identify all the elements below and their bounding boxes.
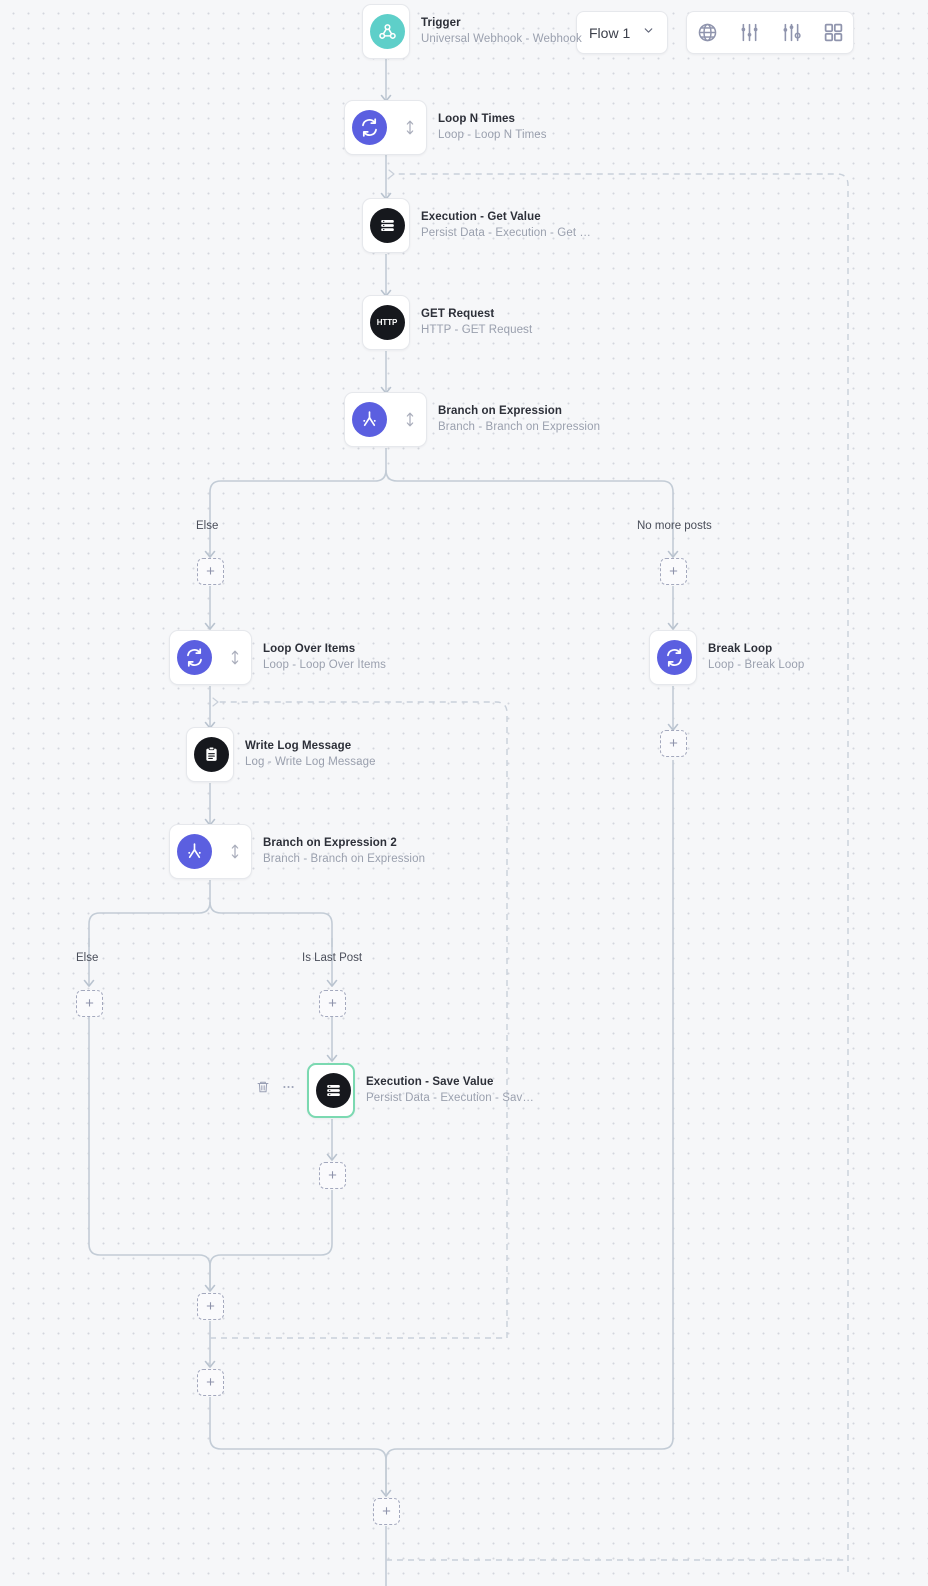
node-subtitle: Loop - Loop N Times (438, 129, 547, 141)
node-text: Execution - Get Value Persist Data - Exe… (421, 210, 591, 241)
node-subtitle: Universal Webhook - Webhook (421, 33, 582, 45)
node-card[interactable] (307, 1063, 355, 1118)
node-card[interactable] (362, 4, 410, 59)
node-icon-slot (345, 100, 393, 155)
canvas-toolbar (686, 11, 854, 54)
webhook-icon (369, 14, 405, 49)
node-subtitle: Branch - Branch on Expression (263, 853, 426, 865)
workflow-canvas[interactable]: Flow 1 Trigger Universal Webhook - Webho… (0, 0, 928, 1586)
node-loop-over-items[interactable]: Loop Over Items Loop - Loop Over Items (169, 630, 386, 685)
grid-icon[interactable] (822, 22, 844, 44)
loop-icon (351, 110, 387, 145)
node-hover-toolbar (256, 1080, 296, 1094)
node-card[interactable]: HTTP (362, 295, 410, 350)
node-subtitle: Persist Data - Execution - Sav… (366, 1092, 534, 1104)
database-icon (369, 208, 405, 243)
node-icon-slot: HTTP (363, 295, 411, 350)
chevron-down-icon (642, 24, 655, 42)
branch-icon (176, 834, 212, 869)
flow-selector-label: Flow 1 (589, 24, 631, 41)
node-icon-slot (363, 198, 411, 253)
node-resize-handle[interactable] (393, 100, 427, 155)
branch-label-else-2: Else (76, 952, 99, 964)
add-step-button-final[interactable]: + (373, 1498, 400, 1525)
node-resize-handle[interactable] (393, 392, 427, 447)
node-branch-on-expression[interactable]: Branch on Expression Branch - Branch on … (344, 392, 600, 447)
node-text: Branch on Expression Branch - Branch on … (438, 404, 600, 435)
add-step-button-no-more[interactable]: + (660, 558, 687, 585)
branch-icon (351, 402, 387, 437)
node-text: Write Log Message Log - Write Log Messag… (245, 739, 376, 770)
database-icon (315, 1073, 351, 1108)
node-title: GET Request (421, 308, 495, 320)
node-title: Loop Over Items (263, 643, 356, 655)
add-step-button-is-last-post[interactable]: + (319, 990, 346, 1017)
node-card[interactable] (649, 630, 697, 685)
add-step-button-loop-end[interactable]: + (197, 1369, 224, 1396)
add-step-button-else-2[interactable]: + (76, 990, 103, 1017)
node-text: Branch on Expression 2 Branch - Branch o… (263, 836, 425, 867)
loop-icon (656, 640, 692, 675)
node-resize-handle[interactable] (218, 824, 252, 879)
add-step-button-after-break[interactable]: + (660, 730, 687, 757)
node-trigger[interactable]: Trigger Universal Webhook - Webhook (362, 4, 582, 59)
node-subtitle: Persist Data - Execution - Get … (421, 227, 592, 239)
node-subtitle: Loop - Break Loop (708, 659, 805, 671)
node-write-log-message[interactable]: Write Log Message Log - Write Log Messag… (186, 727, 376, 782)
node-icon-slot (170, 630, 218, 685)
node-card[interactable] (169, 630, 252, 685)
node-text: Loop N Times Loop - Loop N Times (438, 112, 547, 143)
node-card[interactable] (169, 824, 252, 879)
node-icon-slot (187, 727, 235, 782)
add-step-button-after-save[interactable]: + (319, 1162, 346, 1189)
branch-label-is-last-post: Is Last Post (302, 952, 363, 964)
add-step-button-branch2-merge[interactable]: + (197, 1293, 224, 1320)
node-icon-slot (309, 1063, 357, 1118)
node-card[interactable] (362, 198, 410, 253)
node-title: Execution - Save Value (366, 1076, 494, 1088)
node-card[interactable] (344, 392, 427, 447)
log-icon (193, 737, 229, 772)
node-subtitle: Log - Write Log Message (245, 756, 376, 768)
node-execution-save-value[interactable]: Execution - Save Value Persist Data - Ex… (307, 1063, 534, 1118)
sliders-alt-icon[interactable] (780, 22, 802, 44)
node-text: GET Request HTTP - GET Request (421, 307, 532, 338)
node-icon-slot (345, 392, 393, 447)
http-icon: HTTP (369, 305, 405, 340)
node-get-request[interactable]: HTTP GET Request HTTP - GET Request (362, 295, 532, 350)
node-icon-slot (650, 630, 698, 685)
node-subtitle: Branch - Branch on Expression (438, 421, 601, 433)
node-title: Execution - Get Value (421, 211, 541, 223)
node-subtitle: HTTP - GET Request (421, 324, 533, 336)
node-title: Loop N Times (438, 113, 516, 125)
flow-selector[interactable]: Flow 1 (576, 11, 668, 54)
loop-icon (176, 640, 212, 675)
node-card[interactable] (344, 100, 427, 155)
node-title: Branch on Expression 2 (263, 837, 397, 849)
node-branch-on-expression-2[interactable]: Branch on Expression 2 Branch - Branch o… (169, 824, 425, 879)
node-text: Break Loop Loop - Break Loop (708, 642, 804, 673)
branch-label-else-1: Else (196, 520, 219, 532)
ellipsis-icon[interactable] (281, 1080, 296, 1094)
node-execution-get-value[interactable]: Execution - Get Value Persist Data - Exe… (362, 198, 591, 253)
node-card[interactable] (186, 727, 234, 782)
node-text: Loop Over Items Loop - Loop Over Items (263, 642, 386, 673)
node-break-loop[interactable]: Break Loop Loop - Break Loop (649, 630, 804, 685)
node-text: Trigger Universal Webhook - Webhook (421, 16, 582, 47)
add-step-button-else-1[interactable]: + (197, 558, 224, 585)
node-icon-slot (170, 824, 218, 879)
node-text: Execution - Save Value Persist Data - Ex… (366, 1075, 534, 1106)
trash-icon[interactable] (256, 1080, 270, 1094)
node-title: Trigger (421, 17, 461, 29)
branch-label-no-more-posts: No more posts (637, 520, 712, 532)
node-title: Break Loop (708, 643, 773, 655)
node-subtitle: Loop - Loop Over Items (263, 659, 387, 671)
node-title: Branch on Expression (438, 405, 563, 417)
node-icon-slot (363, 4, 411, 59)
node-title: Write Log Message (245, 740, 352, 752)
globe-icon[interactable] (696, 22, 718, 44)
node-loop-n-times[interactable]: Loop N Times Loop - Loop N Times (344, 100, 547, 155)
node-resize-handle[interactable] (218, 630, 252, 685)
sliders-icon[interactable] (738, 22, 760, 44)
